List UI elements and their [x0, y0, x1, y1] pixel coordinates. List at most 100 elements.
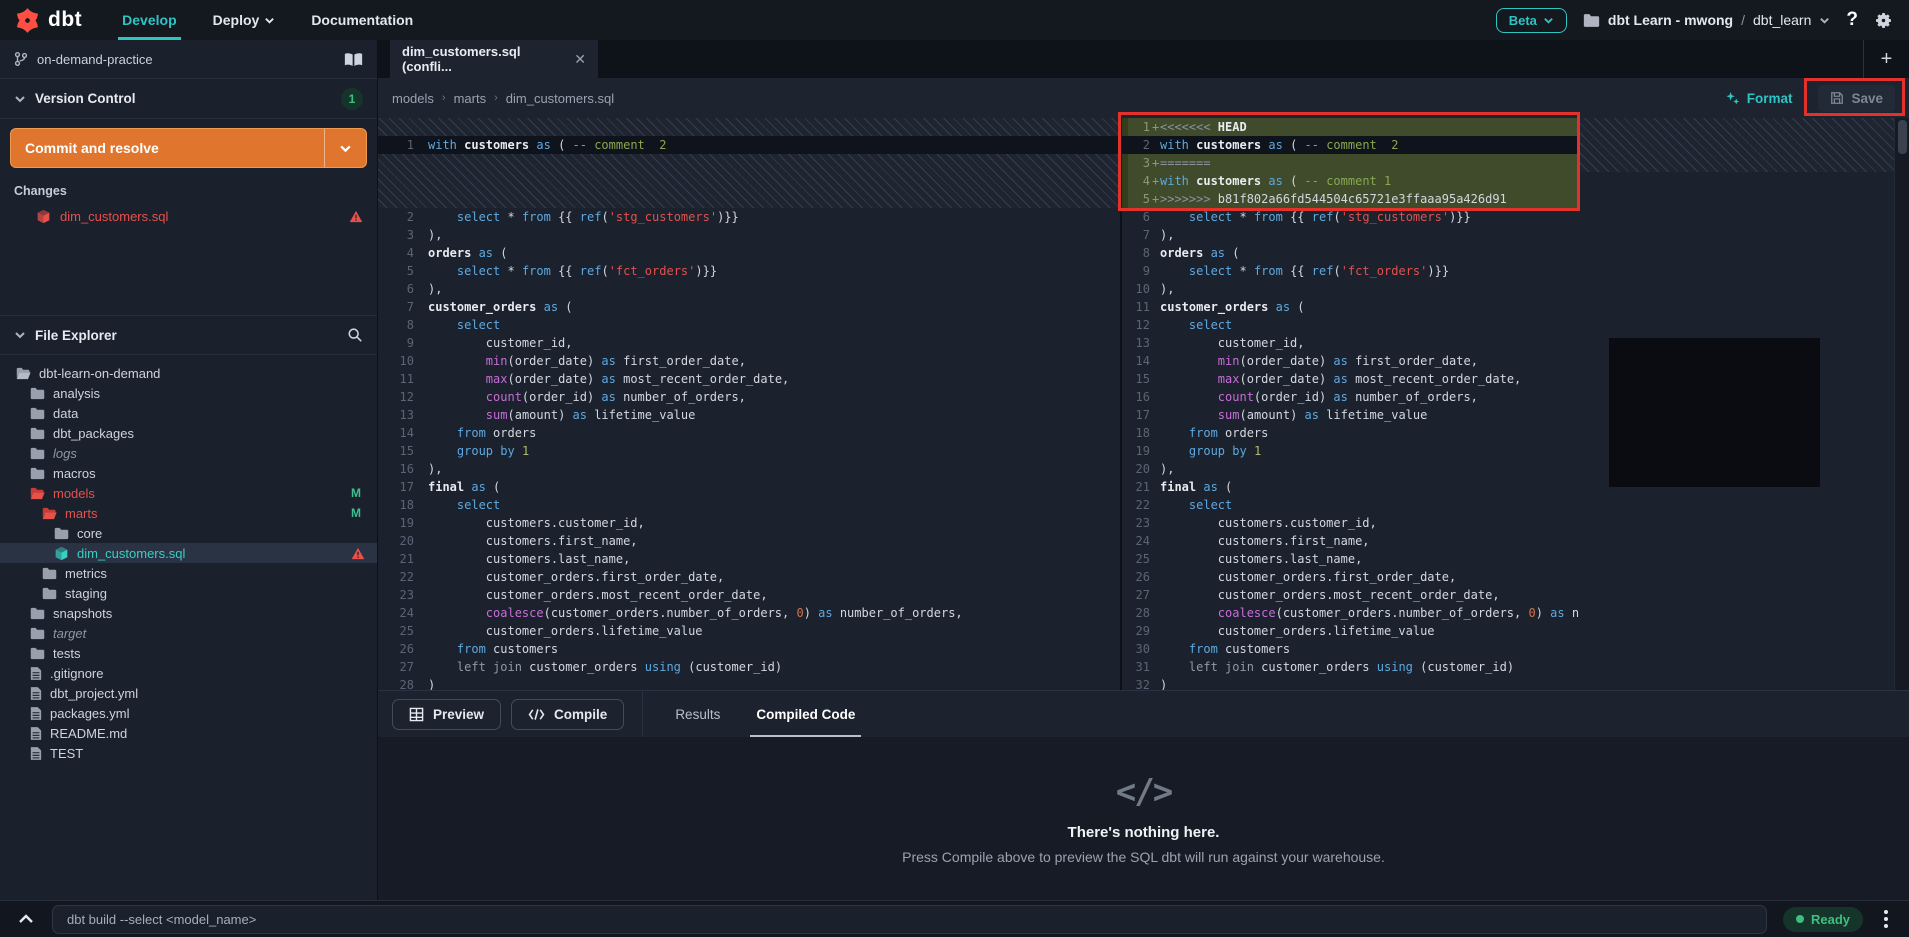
modified-line-1[interactable]: 1+<<<<<<< HEAD — [1122, 118, 1580, 136]
original-line-20[interactable]: 20 customers.first_name, — [378, 532, 1120, 550]
tree-item-models[interactable]: modelsM — [0, 483, 377, 503]
modified-line-30[interactable]: 30 from customers — [1122, 640, 1580, 658]
original-line-9[interactable]: 9 customer_id, — [378, 334, 1120, 352]
modified-line-4[interactable]: 4+with customers as ( -- comment 1 — [1122, 172, 1580, 190]
modified-line-5[interactable]: 5+>>>>>>> b81f802a66fd544504c65721e3ffaa… — [1122, 190, 1580, 208]
original-line-17[interactable]: 17 final as ( — [378, 478, 1120, 496]
new-tab-button[interactable]: + — [1863, 40, 1909, 78]
original-line-15[interactable]: 15 group by 1 — [378, 442, 1120, 460]
original-line-27[interactable]: 27 left join customer_orders using (cust… — [378, 658, 1120, 676]
dbt-logo[interactable]: dbt — [0, 0, 104, 40]
original-line-23[interactable]: 23 customer_orders.most_recent_order_dat… — [378, 586, 1120, 604]
modified-line-19[interactable]: 19 group by 1 — [1122, 442, 1580, 460]
modified-line-25[interactable]: 25 customers.last_name, — [1122, 550, 1580, 568]
original-line-1[interactable]: 1 with customers as ( -- comment 2 — [378, 136, 1120, 154]
original-line-8[interactable]: 8 select — [378, 316, 1120, 334]
tree-item-analysis[interactable]: analysis — [0, 383, 377, 403]
tab-close-icon[interactable]: ✕ — [574, 51, 586, 68]
modified-line-16[interactable]: 16 count(order_id) as number_of_orders, — [1122, 388, 1580, 406]
tree-item-packages-yml[interactable]: packages.yml — [0, 703, 377, 723]
tab-results[interactable]: Results — [657, 691, 738, 738]
original-line-5[interactable]: 5 select * from {{ ref('fct_orders')}} — [378, 262, 1120, 280]
original-line-26[interactable]: 26 from customers — [378, 640, 1120, 658]
tab-dim-customers[interactable]: dim_customers.sql (confli... ✕ — [390, 40, 598, 78]
modified-line-8[interactable]: 8 orders as ( — [1122, 244, 1580, 262]
beta-dropdown[interactable]: Beta — [1496, 8, 1567, 33]
modified-line-23[interactable]: 23 customers.customer_id, — [1122, 514, 1580, 532]
tab-compiled-code[interactable]: Compiled Code — [738, 691, 873, 738]
tree-item-core[interactable]: core — [0, 523, 377, 543]
original-line-19[interactable]: 19 customers.customer_id, — [378, 514, 1120, 532]
modified-line-15[interactable]: 15 max(order_date) as most_recent_order_… — [1122, 370, 1580, 388]
modified-line-26[interactable]: 26 customer_orders.first_order_date, — [1122, 568, 1580, 586]
modified-line-21[interactable]: 21 final as ( — [1122, 478, 1580, 496]
kebab-menu-icon[interactable] — [1873, 910, 1899, 928]
modified-line-13[interactable]: 13 customer_id, — [1122, 334, 1580, 352]
tree-item-dim-customers-sql[interactable]: dim_customers.sql — [0, 543, 377, 563]
original-line-24[interactable]: 24 coalesce(customer_orders.number_of_or… — [378, 604, 1120, 622]
modified-line-31[interactable]: 31 left join customer_orders using (cust… — [1122, 658, 1580, 676]
modified-line-20[interactable]: 20 ), — [1122, 460, 1580, 478]
docs-book-icon[interactable] — [344, 52, 363, 67]
modified-line-12[interactable]: 12 select — [1122, 316, 1580, 334]
original-line-12[interactable]: 12 count(order_id) as number_of_orders, — [378, 388, 1120, 406]
modified-line-22[interactable]: 22 select — [1122, 496, 1580, 514]
modified-line-24[interactable]: 24 customers.first_name, — [1122, 532, 1580, 550]
commit-button-label[interactable]: Commit and resolve — [11, 129, 324, 167]
branch-row[interactable]: on-demand-practice — [0, 40, 377, 79]
commit-options-caret[interactable] — [324, 129, 366, 167]
help-button[interactable]: ? — [1846, 9, 1858, 31]
original-line-11[interactable]: 11 max(order_date) as most_recent_order_… — [378, 370, 1120, 388]
tree-item--gitignore[interactable]: .gitignore — [0, 663, 377, 683]
original-line-6[interactable]: 6 ), — [378, 280, 1120, 298]
format-button[interactable]: Format — [1725, 91, 1793, 106]
version-control-header[interactable]: Version Control 1 — [0, 79, 377, 119]
original-line-14[interactable]: 14 from orders — [378, 424, 1120, 442]
tree-item-test[interactable]: TEST — [0, 743, 377, 763]
modified-line-14[interactable]: 14 min(order_date) as first_order_date, — [1122, 352, 1580, 370]
preview-button[interactable]: Preview — [392, 699, 501, 730]
editor-scrollbar[interactable] — [1894, 118, 1909, 690]
tree-item-metrics[interactable]: metrics — [0, 563, 377, 583]
scrollbar-thumb[interactable] — [1898, 120, 1907, 154]
original-line-22[interactable]: 22 customer_orders.first_order_date, — [378, 568, 1120, 586]
changed-file-row[interactable]: dim_customers.sql — [0, 204, 377, 229]
modified-line-11[interactable]: 11 customer_orders as ( — [1122, 298, 1580, 316]
breadcrumb-marts[interactable]: marts — [454, 91, 487, 106]
nav-item-documentation[interactable]: Documentation — [293, 0, 431, 40]
original-line-7[interactable]: 7 customer_orders as ( — [378, 298, 1120, 316]
tree-item-logs[interactable]: logs — [0, 443, 377, 463]
file-explorer-header[interactable]: File Explorer — [0, 315, 377, 355]
modified-line-18[interactable]: 18 from orders — [1122, 424, 1580, 442]
tree-item-marts[interactable]: martsM — [0, 503, 377, 523]
original-line-25[interactable]: 25 customer_orders.lifetime_value — [378, 622, 1120, 640]
breadcrumb-file[interactable]: dim_customers.sql — [506, 91, 614, 106]
tree-item-macros[interactable]: macros — [0, 463, 377, 483]
original-line-21[interactable]: 21 customers.last_name, — [378, 550, 1120, 568]
tree-item-data[interactable]: data — [0, 403, 377, 423]
compile-button[interactable]: Compile — [511, 699, 624, 730]
tree-item-dbt-packages[interactable]: dbt_packages — [0, 423, 377, 443]
modified-line-9[interactable]: 9 select * from {{ ref('fct_orders')}} — [1122, 262, 1580, 280]
original-line-10[interactable]: 10 min(order_date) as first_order_date, — [378, 352, 1120, 370]
original-line-28[interactable]: 28 ) — [378, 676, 1120, 690]
modified-line-3[interactable]: 3+======= — [1122, 154, 1580, 172]
modified-line-7[interactable]: 7 ), — [1122, 226, 1580, 244]
search-icon[interactable] — [347, 327, 363, 343]
modified-line-27[interactable]: 27 customer_orders.most_recent_order_dat… — [1122, 586, 1580, 604]
breadcrumb-models[interactable]: models — [392, 91, 434, 106]
original-line-4[interactable]: 4 orders as ( — [378, 244, 1120, 262]
tree-item-snapshots[interactable]: snapshots — [0, 603, 377, 623]
command-input[interactable] — [52, 905, 1767, 934]
original-line-2[interactable]: 2 select * from {{ ref('stg_customers')}… — [378, 208, 1120, 226]
modified-line-6[interactable]: 6 select * from {{ ref('stg_customers')}… — [1122, 208, 1580, 226]
settings-gear-button[interactable] — [1874, 11, 1893, 30]
tree-item-dbt-learn-on-demand[interactable]: dbt-learn-on-demand — [0, 363, 377, 383]
tree-item-target[interactable]: target — [0, 623, 377, 643]
modified-line-29[interactable]: 29 customer_orders.lifetime_value — [1122, 622, 1580, 640]
original-line-18[interactable]: 18 select — [378, 496, 1120, 514]
tree-item-readme-md[interactable]: README.md — [0, 723, 377, 743]
original-line-3[interactable]: 3 ), — [378, 226, 1120, 244]
tree-item-dbt-project-yml[interactable]: dbt_project.yml — [0, 683, 377, 703]
modified-line-17[interactable]: 17 sum(amount) as lifetime_value — [1122, 406, 1580, 424]
